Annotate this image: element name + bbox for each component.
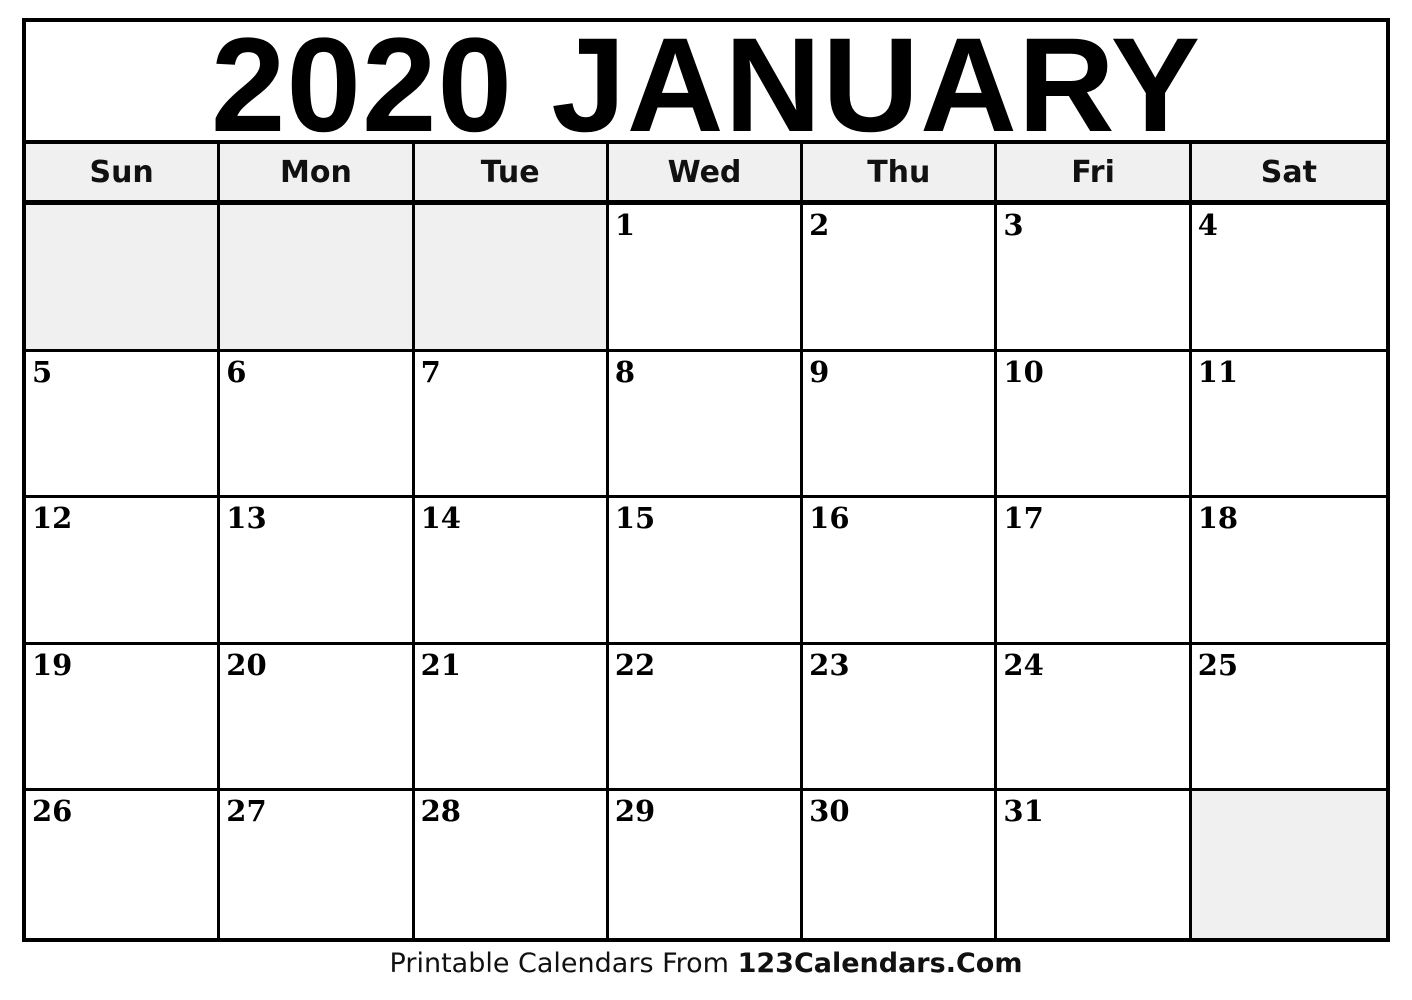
day-cell: 22 [608, 644, 804, 792]
day-number: 29 [614, 794, 656, 829]
day-cell: 14 [414, 498, 609, 645]
weekday-header-thu: Thu [803, 144, 998, 200]
day-number: 25 [1197, 647, 1239, 682]
day-number: 26 [32, 794, 73, 829]
day-cell: 20 [220, 644, 415, 792]
day-number: 22 [614, 647, 656, 682]
day-cell: 31 [997, 791, 1192, 938]
day-cell: 1 [608, 205, 804, 352]
footer-prefix: Printable Calendars From [389, 948, 738, 979]
day-number: 30 [809, 794, 850, 829]
day-cell: 3 [997, 205, 1192, 352]
day-number: 19 [32, 647, 73, 682]
weekday-header-mon: Mon [220, 144, 415, 200]
day-number: 20 [226, 647, 267, 682]
day-cell: 23 [803, 644, 998, 792]
day-number: 28 [420, 794, 461, 829]
day-number: 17 [1003, 501, 1044, 536]
footer-brand: 123Calendars.Com [737, 948, 1023, 979]
day-cell: 16 [803, 498, 998, 645]
day-number: 5 [32, 354, 53, 389]
day-number: 11 [1197, 354, 1239, 389]
day-cell: 2 [803, 205, 998, 352]
day-number: 12 [32, 501, 73, 536]
blank-day-cell [26, 205, 221, 352]
day-cell: 12 [26, 498, 221, 645]
day-cell: 24 [997, 644, 1192, 792]
day-cell: 29 [608, 791, 804, 938]
weekday-header-fri: Fri [997, 144, 1192, 200]
day-cell: 18 [1191, 498, 1386, 645]
calendar-frame: 2020 JANUARY Sun Mon Tue Wed Thu Fri Sat… [22, 18, 1390, 942]
day-cell: 21 [414, 644, 609, 792]
day-number: 15 [614, 501, 656, 536]
footer-credit: Printable Calendars From 123Calendars.Co… [0, 948, 1412, 979]
day-number: 2 [809, 208, 830, 242]
title-band: 2020 JANUARY [26, 19, 1386, 153]
day-number: 21 [420, 647, 461, 682]
day-cell: 6 [220, 351, 415, 499]
day-cell: 4 [1191, 205, 1386, 352]
day-number: 23 [809, 647, 850, 682]
blank-day-cell [414, 205, 609, 352]
day-number: 18 [1197, 501, 1239, 536]
weekday-header-row: Sun Mon Tue Wed Thu Fri Sat [26, 144, 1386, 205]
day-cell: 5 [26, 351, 221, 499]
weekday-header-sat: Sat [1260, 154, 1317, 190]
day-cell: 30 [803, 791, 998, 938]
day-cell: 28 [414, 791, 609, 938]
day-number: 24 [1003, 647, 1044, 682]
day-grid: 1 2 3 4 5 6 7 8 9 10 11 12 13 14 15 16 17 18 19 20 21 22 23 24 2… [26, 205, 1386, 938]
day-cell: 10 [997, 351, 1192, 499]
day-cell: 7 [414, 351, 609, 499]
day-cell: 9 [803, 351, 998, 499]
day-number: 8 [614, 354, 636, 389]
day-cell: 13 [220, 498, 415, 645]
day-cell: 25 [1191, 644, 1386, 792]
day-number: 6 [226, 354, 247, 389]
day-number: 14 [420, 501, 461, 536]
calendar-title: 2020 JANUARY [210, 11, 1202, 160]
day-number: 1 [614, 208, 636, 242]
day-number: 9 [809, 354, 830, 389]
day-number: 27 [226, 794, 267, 829]
blank-day-cell [220, 205, 415, 352]
weekday-header-tue: Tue [415, 144, 609, 200]
day-cell: 27 [220, 791, 415, 938]
day-cell: 8 [608, 351, 804, 499]
day-number: 4 [1197, 208, 1218, 242]
day-number: 16 [809, 501, 850, 536]
day-cell: 11 [1191, 351, 1386, 499]
day-cell: 17 [997, 498, 1192, 645]
day-number: 13 [226, 501, 267, 536]
day-number: 3 [1003, 208, 1024, 242]
day-number: 10 [1003, 354, 1044, 389]
day-number: 31 [1003, 794, 1044, 829]
weekday-header-sun: Sun [26, 144, 221, 200]
day-cell: 19 [26, 644, 221, 792]
blank-day-cell [1191, 791, 1386, 938]
day-cell: 26 [26, 791, 221, 938]
day-number: 7 [420, 354, 441, 389]
weekday-header-wed: Wed [609, 144, 804, 200]
day-cell: 15 [608, 498, 804, 645]
